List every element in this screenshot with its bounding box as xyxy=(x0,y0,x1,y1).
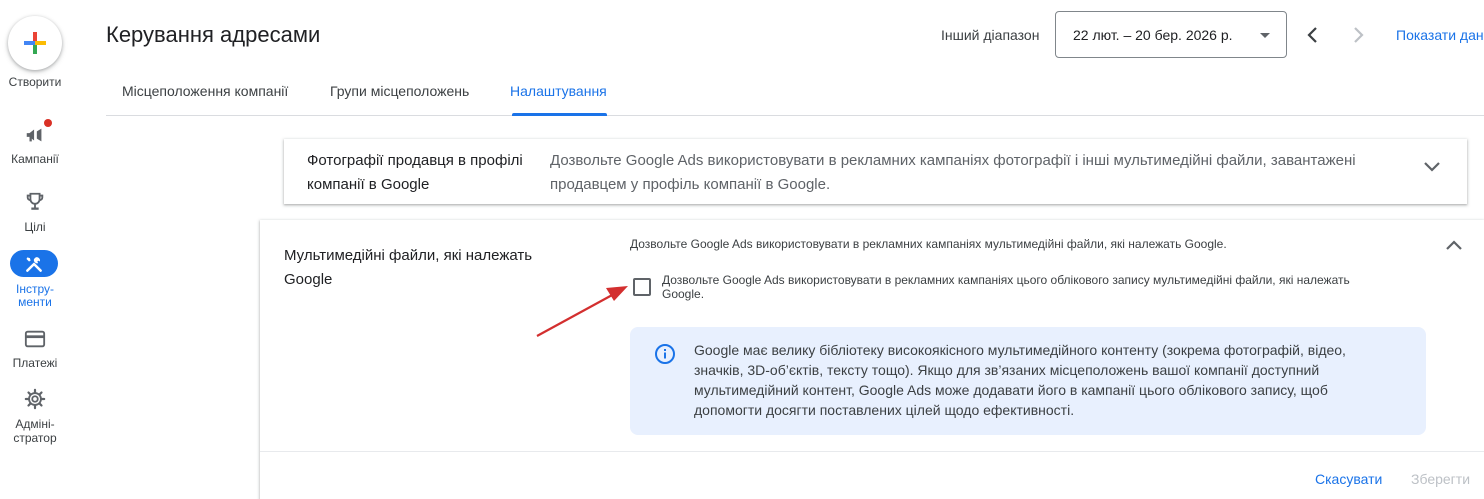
chevron-left-icon xyxy=(1307,27,1317,43)
megaphone-icon xyxy=(26,128,42,142)
chevron-up-icon[interactable] xyxy=(1445,239,1463,251)
seller-photos-setting-card[interactable]: Фотографії продавця в профілі компанії в… xyxy=(284,139,1467,204)
date-range-select[interactable]: 22 лют. – 20 бер. 2026 р. xyxy=(1055,11,1287,58)
show-data-link[interactable]: Показати дан xyxy=(1396,27,1484,43)
plus-icon xyxy=(24,32,46,54)
info-banner-text: Google має велику бібліотеку високоякісн… xyxy=(694,342,1346,418)
rail-item-campaigns[interactable] xyxy=(0,124,70,146)
rail-item-goals[interactable] xyxy=(0,191,70,213)
credit-card-icon xyxy=(24,330,46,348)
seller-photos-description: Дозвольте Google Ads використовувати в р… xyxy=(550,152,1356,193)
page-title: Керування адресами xyxy=(106,22,321,47)
seller-photos-title: Фотографії продавця в профілі компанії в… xyxy=(307,152,523,193)
tab-settings[interactable]: Налаштування xyxy=(510,83,607,99)
info-banner: Google має велику бібліотеку високоякісн… xyxy=(630,327,1426,435)
date-range-value: 22 лют. – 20 бер. 2026 р. xyxy=(1073,26,1233,43)
next-period-button[interactable] xyxy=(1348,24,1370,46)
tab-location-groups[interactable]: Групи місцеположень xyxy=(330,83,469,99)
google-media-setting-card: Мультимедійні файли, які належать Google… xyxy=(260,220,1484,499)
tab-business-locations[interactable]: Місцеположення компанії xyxy=(122,83,288,99)
gear-icon xyxy=(24,388,46,410)
info-icon xyxy=(655,344,675,364)
rail-label-goals: Цілі xyxy=(24,220,46,234)
date-range-label: Інший діапазон xyxy=(941,27,1040,43)
rail-item-billing[interactable] xyxy=(0,328,70,350)
cancel-button[interactable]: Скасувати xyxy=(1315,471,1382,487)
rail-label-tools-2: менти xyxy=(18,295,52,309)
tab-bar: Місцеположення компанії Групи місцеполож… xyxy=(106,70,1484,116)
chevron-right-icon xyxy=(1354,27,1364,43)
tools-icon xyxy=(26,256,42,272)
previous-period-button[interactable] xyxy=(1301,24,1323,46)
google-media-title: Мультимедійні файли, які належать Google xyxy=(284,247,533,288)
rail-item-tools[interactable] xyxy=(10,250,58,277)
allow-google-media-checkbox[interactable] xyxy=(633,278,651,296)
card-footer-divider xyxy=(260,451,1484,452)
notification-dot xyxy=(44,119,52,127)
allow-google-media-label[interactable]: Дозвольте Google Ads використовувати в р… xyxy=(662,273,1382,301)
google-media-intro: Дозвольте Google Ads використовувати в р… xyxy=(630,237,1227,251)
chevron-down-icon[interactable] xyxy=(1423,161,1441,173)
create-button[interactable] xyxy=(8,16,62,70)
rail-item-admin[interactable] xyxy=(0,388,70,410)
dropdown-caret-icon xyxy=(1260,33,1270,38)
rail-label-billing: Платежі xyxy=(12,356,58,370)
left-navigation-rail: Створити Кампанії Цілі Інстру- менти Пла… xyxy=(0,0,70,499)
create-label: Створити xyxy=(8,75,62,89)
trophy-icon xyxy=(26,192,44,210)
rail-label-admin-1: Адміні- xyxy=(15,417,55,431)
rail-label-campaigns: Кампанії xyxy=(11,152,59,166)
save-button[interactable]: Зберегти xyxy=(1411,471,1470,487)
active-tab-indicator xyxy=(512,113,607,116)
rail-label-admin-2: стратор xyxy=(13,431,57,445)
